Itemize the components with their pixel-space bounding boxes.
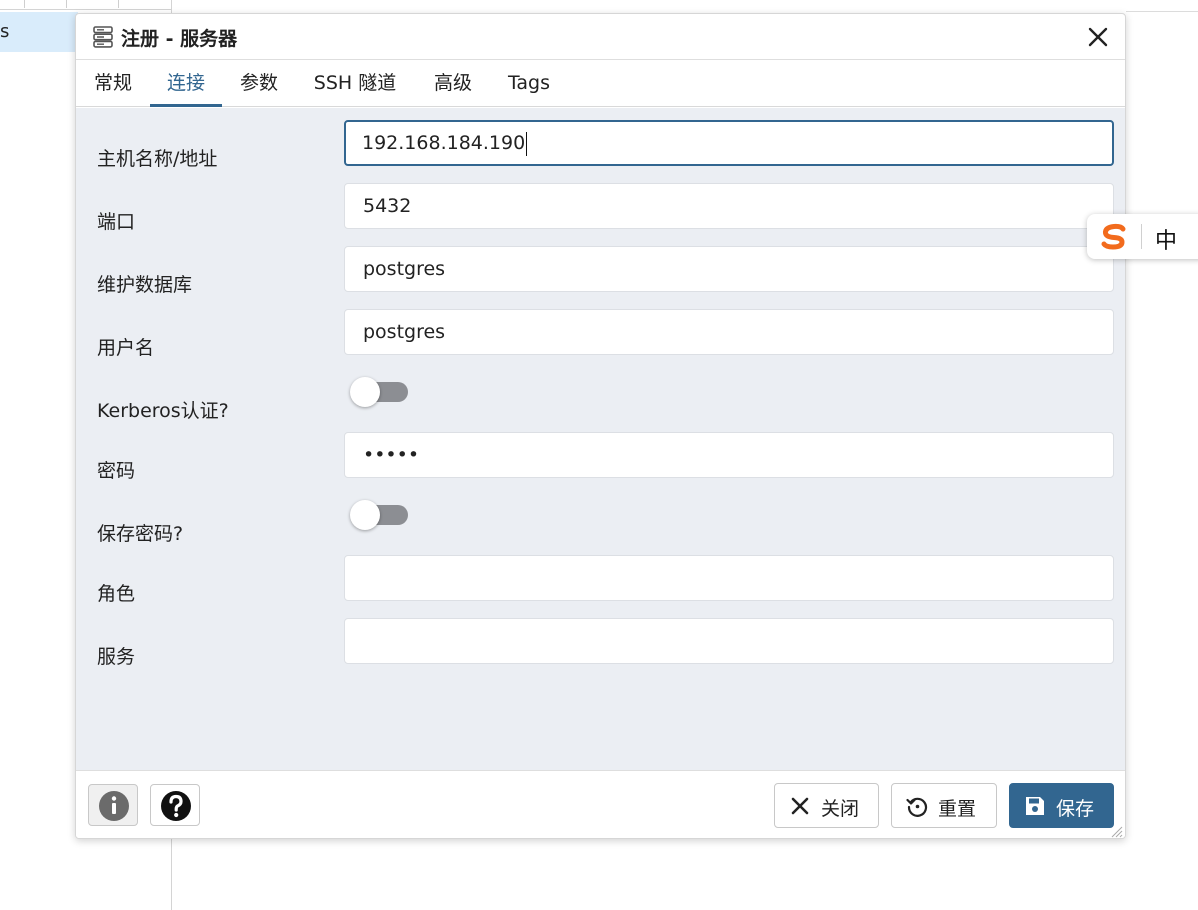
- save-password-toggle[interactable]: [350, 500, 408, 530]
- username-input[interactable]: postgres: [344, 309, 1114, 355]
- dialog-title: 注册 - 服务器: [121, 28, 238, 50]
- ime-status-widget[interactable]: 中: [1087, 214, 1198, 259]
- dialog-footer: 关闭 重置 保存: [76, 770, 1125, 838]
- port-label: 端口: [97, 211, 136, 233]
- port-input[interactable]: 5432: [344, 183, 1114, 229]
- save-password-toggle-knob: [350, 500, 380, 530]
- server-icon: [93, 26, 113, 48]
- close-icon[interactable]: [1085, 24, 1111, 50]
- kerberos-label: Kerberos认证?: [97, 400, 229, 422]
- tab-advanced[interactable]: 高级: [426, 61, 480, 107]
- kerberos-toggle[interactable]: [350, 377, 408, 407]
- floppy-disk-icon: [1026, 797, 1044, 815]
- role-label: 角色: [97, 583, 136, 605]
- save-button[interactable]: 保存: [1009, 783, 1114, 828]
- info-icon: [99, 791, 129, 821]
- tab-general[interactable]: 常规: [86, 61, 140, 107]
- text-caret: [526, 131, 528, 156]
- service-label: 服务: [97, 646, 136, 668]
- help-icon: [161, 791, 191, 821]
- role-input[interactable]: [344, 555, 1114, 601]
- close-button[interactable]: 关闭: [774, 783, 879, 828]
- info-button[interactable]: [88, 784, 138, 826]
- username-label: 用户名: [97, 337, 155, 359]
- host-input[interactable]: 192.168.184.190: [344, 120, 1114, 166]
- register-server-dialog: 注册 - 服务器 常规 连接 参数 SSH 隧道 高级 Tags 主机名称/地址…: [75, 13, 1126, 839]
- ime-mode-label[interactable]: 中: [1155, 223, 1177, 255]
- tab-connection[interactable]: 连接: [150, 61, 222, 107]
- connection-form: 主机名称/地址 192.168.184.190 端口 5432 维护数据库 po…: [76, 108, 1125, 770]
- help-button[interactable]: [150, 784, 200, 826]
- tab-bar: 常规 连接 参数 SSH 隧道 高级 Tags: [76, 61, 1125, 107]
- background-toolbar: [0, 0, 172, 10]
- maintenance-db-label: 维护数据库: [97, 274, 193, 296]
- maintenance-db-input[interactable]: postgres: [344, 246, 1114, 292]
- dialog-header[interactable]: 注册 - 服务器: [76, 14, 1125, 60]
- save-password-label: 保存密码?: [97, 523, 184, 545]
- kerberos-toggle-knob: [350, 377, 380, 407]
- tab-tags[interactable]: Tags: [500, 61, 558, 107]
- reset-icon: [906, 797, 928, 817]
- close-x-icon: [791, 797, 809, 815]
- tab-parameters[interactable]: 参数: [232, 61, 286, 107]
- resize-grip-icon[interactable]: [1109, 824, 1123, 838]
- background-divider: [1126, 11, 1198, 12]
- reset-button-label: 重置: [938, 798, 977, 820]
- reset-button[interactable]: 重置: [891, 783, 997, 828]
- background-tree-item[interactable]: s: [0, 12, 78, 52]
- password-input[interactable]: •••••: [344, 432, 1114, 478]
- background-tree-item-label: s: [0, 21, 10, 42]
- password-label: 密码: [97, 460, 136, 482]
- ime-separator: [1141, 224, 1142, 249]
- tab-ssh-tunnel[interactable]: SSH 隧道: [304, 61, 406, 107]
- host-label: 主机名称/地址: [97, 148, 218, 170]
- sogou-s-icon: [1101, 223, 1126, 250]
- service-input[interactable]: [344, 618, 1114, 664]
- close-button-label: 关闭: [821, 798, 860, 820]
- host-value: 192.168.184.190: [362, 132, 526, 154]
- save-button-label: 保存: [1056, 798, 1095, 820]
